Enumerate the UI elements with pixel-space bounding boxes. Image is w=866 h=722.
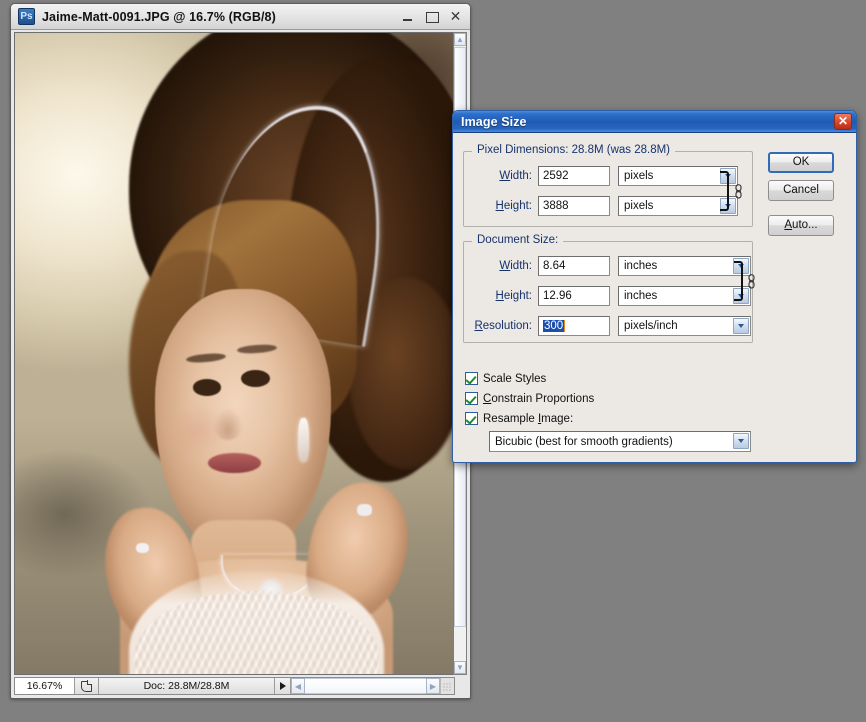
minimize-icon[interactable] (401, 10, 414, 23)
photoshop-icon: Ps (18, 8, 35, 25)
doc-width-row: Width: 8.64 inches (464, 256, 751, 276)
play-arrow-icon[interactable] (275, 678, 291, 694)
doc-height-row: Height: 12.96 inches (464, 286, 751, 306)
doc-resolution-label: Resolution: (474, 320, 532, 332)
document-size-info: Doc: 28.8M/28.8M (99, 678, 275, 694)
nose (212, 407, 244, 441)
eye-right (241, 370, 270, 387)
resize-grip-icon[interactable] (440, 678, 454, 694)
horizontal-scrollbar-track[interactable] (305, 678, 426, 694)
resample-method-select[interactable]: Bicubic (best for smooth gradients) (489, 431, 751, 452)
window-controls: ✕ (401, 9, 470, 23)
pixel-width-label: Width: (499, 170, 532, 182)
ok-button[interactable]: OK (768, 152, 834, 173)
pixel-link-bracket (720, 171, 729, 211)
cancel-button[interactable]: Cancel (768, 180, 834, 201)
chain-link-icon (747, 274, 756, 289)
document-link-bracket (734, 261, 743, 301)
bride-portrait-photo (15, 33, 454, 674)
scroll-right-icon[interactable]: ▶ (426, 678, 440, 694)
scale-styles-label: Scale Styles (483, 372, 547, 385)
scale-styles-checkbox[interactable] (465, 372, 478, 385)
resample-image-row[interactable]: Resample Image: (465, 412, 573, 425)
document-size-legend: Document Size: (472, 234, 564, 246)
window-title: Jaime-Matt-0091.JPG @ 16.7% (RGB/8) (42, 9, 276, 24)
pixel-width-unit-value: pixels (624, 170, 654, 182)
image-canvas[interactable] (14, 32, 455, 675)
maximize-icon[interactable] (425, 10, 439, 23)
pixel-height-unit-value: pixels (624, 200, 654, 212)
image-document-window[interactable]: Ps Jaime-Matt-0091.JPG @ 16.7% (RGB/8) ✕ (10, 3, 471, 699)
chevron-down-icon[interactable] (733, 318, 749, 334)
doc-height-label: Height: (495, 290, 532, 302)
pixel-height-label: Height: (495, 200, 532, 212)
auto-button[interactable]: Auto... (768, 215, 834, 236)
constrain-proportions-label: Constrain Proportions (483, 392, 595, 405)
resample-method-value: Bicubic (best for smooth gradients) (495, 435, 673, 448)
close-icon[interactable]: ✕ (834, 113, 852, 130)
pixel-width-row: Width: 2592 pixels (464, 166, 738, 186)
document-size-group: Document Size: Width: 8.64 inches Height… (463, 234, 753, 343)
constrain-proportions-checkbox[interactable] (465, 392, 478, 405)
chain-link-icon (734, 184, 743, 199)
doc-height-unit-value: inches (624, 290, 658, 302)
pixel-width-input[interactable]: 2592 (538, 166, 610, 186)
doc-resolution-input[interactable]: 300 (538, 316, 610, 336)
constrain-proportions-row[interactable]: Constrain Proportions (465, 392, 594, 405)
doc-width-unit-select[interactable]: inches (618, 256, 751, 276)
horizontal-scrollbar[interactable]: ◀ ▶ (291, 678, 440, 694)
scroll-up-icon[interactable]: ▲ (454, 33, 466, 46)
chevron-down-icon[interactable] (733, 433, 749, 449)
dialog-body: Pixel Dimensions: 28.8M (was 28.8M) Widt… (453, 133, 856, 462)
zoom-level-field[interactable]: 16.67% (15, 678, 75, 694)
ring-left (135, 542, 149, 553)
doc-resolution-value: 300 (543, 320, 565, 332)
doc-height-unit-select[interactable]: inches (618, 286, 751, 306)
pixel-dimensions-legend: Pixel Dimensions: 28.8M (was 28.8M) (472, 144, 676, 156)
image-size-dialog[interactable]: Image Size ✕ Pixel Dimensions: 28.8M (wa… (452, 110, 857, 463)
dialog-title: Image Size (461, 114, 527, 129)
pixel-height-row: Height: 3888 pixels (464, 196, 738, 216)
close-icon[interactable]: ✕ (449, 9, 462, 23)
scroll-down-icon[interactable]: ▼ (454, 661, 466, 674)
ring-right (357, 504, 373, 516)
doc-width-unit-value: inches (624, 260, 658, 272)
scroll-left-icon[interactable]: ◀ (291, 678, 305, 694)
resample-image-label: Resample Image: (483, 412, 574, 425)
earring (298, 417, 309, 463)
lips (208, 452, 261, 474)
pixel-dimensions-group: Pixel Dimensions: 28.8M (was 28.8M) Widt… (463, 144, 753, 227)
doc-width-label: Width: (499, 260, 532, 272)
doc-width-input[interactable]: 8.64 (538, 256, 610, 276)
scale-styles-row[interactable]: Scale Styles (465, 372, 546, 385)
pixel-height-input[interactable]: 3888 (538, 196, 610, 216)
window-titlebar[interactable]: Ps Jaime-Matt-0091.JPG @ 16.7% (RGB/8) ✕ (11, 4, 470, 30)
dialog-titlebar[interactable]: Image Size ✕ (453, 111, 856, 133)
doc-resolution-unit-value: pixels/inch (624, 320, 678, 332)
resample-image-checkbox[interactable] (465, 412, 478, 425)
doc-height-input[interactable]: 12.96 (538, 286, 610, 306)
eye-left (192, 379, 222, 396)
doc-resolution-unit-select[interactable]: pixels/inch (618, 316, 751, 336)
doc-resolution-row: Resolution: 300 pixels/inch (464, 316, 751, 336)
document-icon[interactable] (75, 678, 99, 694)
status-bar: 16.67% Doc: 28.8M/28.8M ◀ ▶ (14, 677, 455, 695)
